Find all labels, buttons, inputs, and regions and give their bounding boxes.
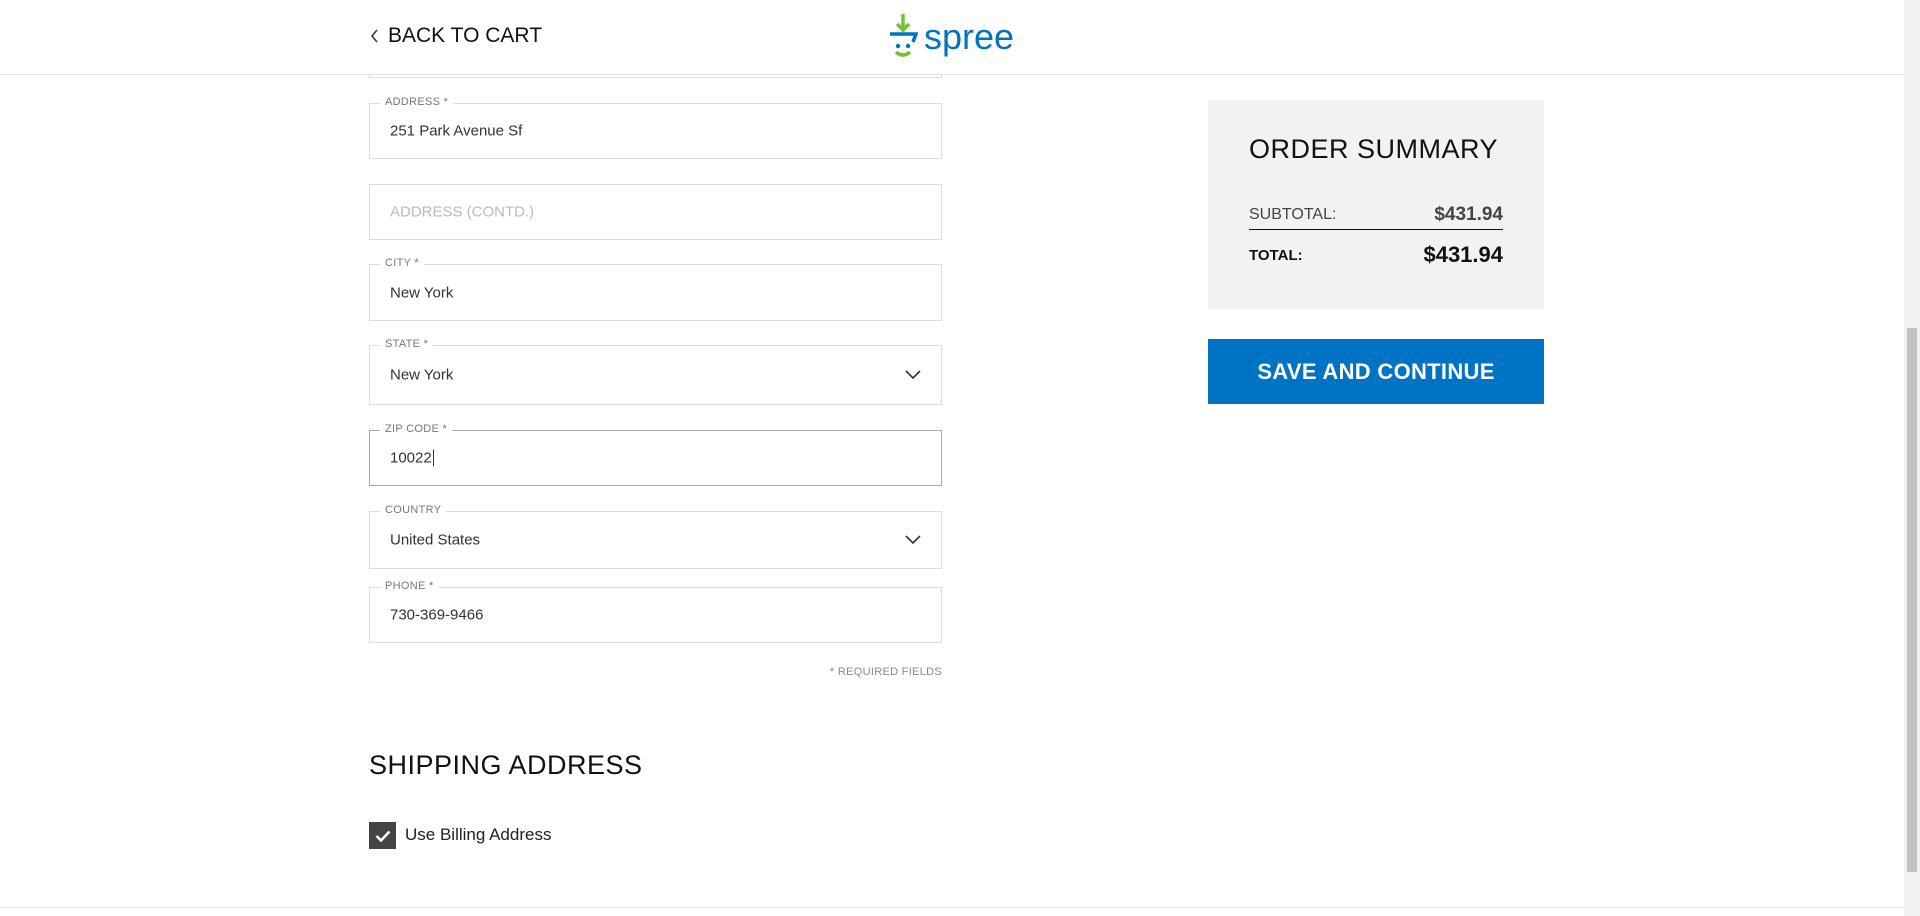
phone-label: PHONE * bbox=[380, 580, 439, 592]
address-field[interactable]: ADDRESS * 251 Park Avenue Sf bbox=[369, 96, 942, 159]
address-contd-field[interactable]: ADDRESS (CONTD.) bbox=[369, 184, 942, 240]
address-label: ADDRESS * bbox=[380, 96, 454, 108]
country-select[interactable]: COUNTRY United States bbox=[369, 504, 942, 569]
back-to-cart-label: BACK TO CART bbox=[388, 24, 543, 47]
order-summary-title: ORDER SUMMARY bbox=[1249, 134, 1499, 164]
total-value: $431.94 bbox=[1423, 242, 1503, 267]
zip-code-label: ZIP CODE * bbox=[380, 423, 453, 435]
subtotal-row: SUBTOTAL: $431.94 bbox=[1249, 200, 1503, 230]
subtotal-value: $431.94 bbox=[1434, 203, 1503, 225]
use-billing-address-label[interactable]: Use Billing Address bbox=[405, 825, 551, 845]
state-select[interactable]: STATE * New York bbox=[369, 338, 942, 405]
country-value: United States bbox=[390, 531, 481, 549]
back-to-cart-link[interactable]: BACK TO CART bbox=[370, 24, 542, 48]
total-row: TOTAL: $431.94 bbox=[1249, 242, 1503, 268]
phone-field[interactable]: PHONE * 730-369-9466 bbox=[369, 580, 942, 643]
required-fields-note: * REQUIRED FIELDS bbox=[829, 666, 942, 678]
chevron-down-icon bbox=[905, 370, 921, 380]
save-and-continue-button[interactable]: SAVE AND CONTINUE bbox=[1208, 339, 1544, 404]
scrollbar-thumb[interactable] bbox=[1907, 328, 1917, 872]
total-label: TOTAL: bbox=[1249, 246, 1303, 264]
shipping-address-heading: SHIPPING ADDRESS bbox=[369, 750, 643, 780]
zip-code-field[interactable]: ZIP CODE * 10022 bbox=[369, 423, 942, 486]
cart-logo-icon bbox=[890, 14, 918, 57]
zip-code-value: 10022 bbox=[390, 449, 434, 467]
phone-value: 730-369-9466 bbox=[390, 606, 484, 624]
spree-logo[interactable]: spree bbox=[888, 14, 1014, 60]
chevron-down-icon bbox=[905, 535, 921, 545]
city-label: CITY * bbox=[380, 257, 424, 269]
city-value: New York bbox=[390, 284, 454, 301]
scrollbar[interactable] bbox=[1904, 0, 1920, 916]
chevron-left-icon bbox=[371, 29, 378, 43]
order-summary: ORDER SUMMARY SUBTOTAL: $431.94 TOTAL: $… bbox=[1208, 100, 1544, 309]
logo-text: spree bbox=[924, 16, 1015, 57]
city-field[interactable]: CITY * New York bbox=[369, 257, 942, 321]
address-contd-placeholder: ADDRESS (CONTD.) bbox=[390, 203, 535, 221]
subtotal-label: SUBTOTAL: bbox=[1249, 205, 1337, 223]
country-label: COUNTRY bbox=[380, 504, 447, 516]
use-billing-address-checkbox[interactable] bbox=[369, 822, 396, 849]
footer-divider bbox=[0, 907, 1904, 908]
checkmark-icon bbox=[375, 830, 390, 842]
state-value: New York bbox=[390, 366, 454, 384]
header: BACK TO CART spree bbox=[0, 0, 1904, 75]
address-value: 251 Park Avenue Sf bbox=[390, 122, 523, 140]
state-label: STATE * bbox=[380, 338, 434, 350]
